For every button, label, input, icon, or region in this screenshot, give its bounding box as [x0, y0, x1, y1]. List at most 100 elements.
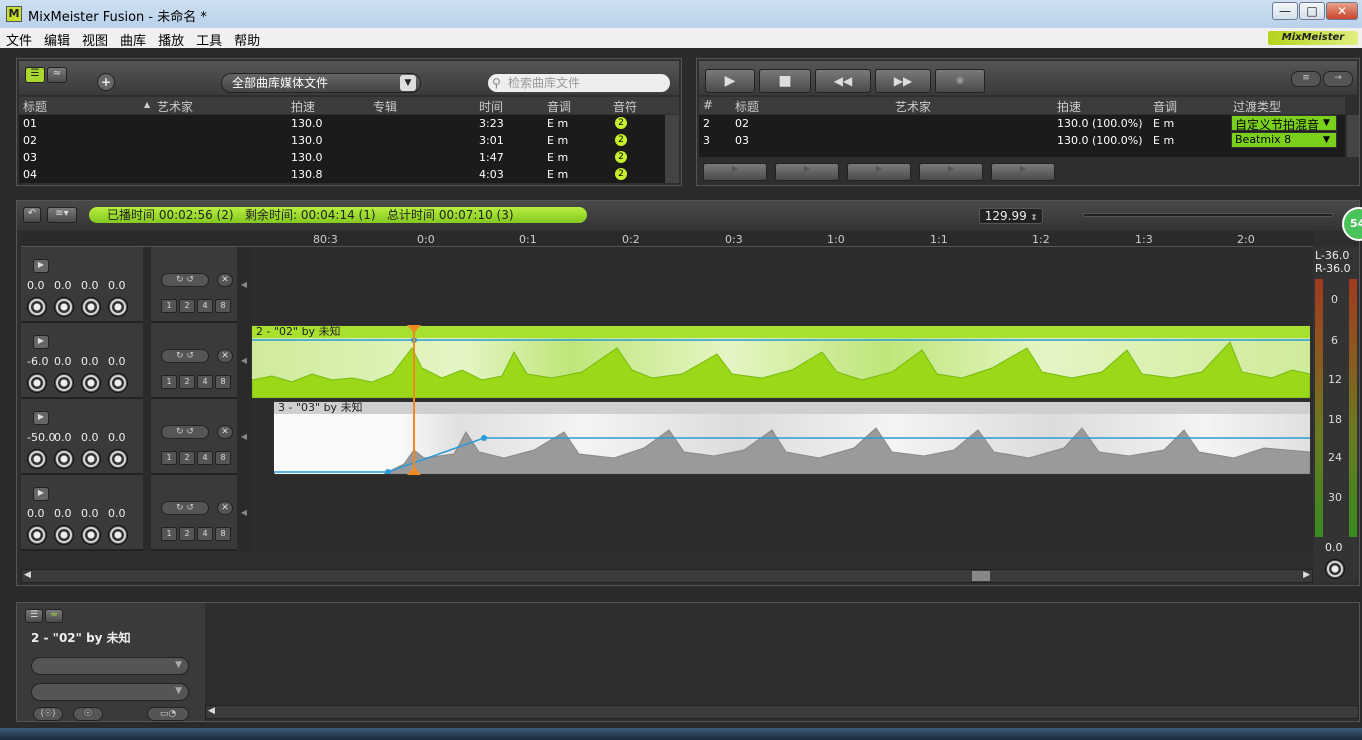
collapse-icon[interactable]: ◀	[237, 475, 251, 551]
col-title[interactable]: 标题	[735, 98, 759, 115]
beat-button[interactable]: 4	[197, 375, 213, 389]
beat-button[interactable]: 1	[161, 527, 177, 541]
col-bpm[interactable]: 拍速	[1057, 98, 1081, 115]
beat-button[interactable]: 1	[161, 375, 177, 389]
beat-button[interactable]: 4	[197, 527, 213, 541]
col-title[interactable]: 标题	[23, 98, 47, 115]
loop-icon[interactable]: ↻ ↺	[161, 501, 209, 515]
menu-file[interactable]: 文件	[0, 28, 38, 51]
beat-button[interactable]: 2	[179, 527, 195, 541]
scroll-thumb[interactable]	[972, 571, 990, 581]
gain-knob[interactable]	[27, 297, 47, 317]
playlist-view-icon[interactable]: ≡	[1291, 71, 1321, 87]
gain-knob[interactable]	[54, 525, 74, 545]
gain-knob[interactable]	[108, 373, 128, 393]
gain-knob[interactable]	[108, 449, 128, 469]
library-source-select[interactable]: 全部曲库媒体文件 ▼	[221, 73, 421, 93]
beat-button[interactable]: 1	[161, 299, 177, 313]
clip-track-02[interactable]: 2 - "02" by 未知	[251, 325, 1311, 399]
stop-icon[interactable]: ■	[759, 69, 811, 93]
playhead[interactable]	[413, 325, 415, 475]
zoom-slider[interactable]	[1083, 213, 1333, 217]
detail-select-2[interactable]: ▼	[31, 683, 189, 701]
loop-icon[interactable]: ↻ ↺	[161, 273, 209, 287]
track-toggle-icon[interactable]: ▶	[33, 487, 49, 501]
close-button[interactable]: ✕	[1326, 2, 1358, 20]
minimize-button[interactable]: —	[1272, 2, 1298, 20]
master-gain-knob[interactable]	[1325, 559, 1345, 579]
menu-tools[interactable]: 工具	[190, 28, 228, 51]
cue-slot[interactable]: ▶	[847, 163, 911, 181]
close-track-icon[interactable]: ✕	[217, 425, 233, 439]
beat-button[interactable]: 2	[179, 451, 195, 465]
col-bpm[interactable]: 拍速	[291, 98, 315, 115]
col-note[interactable]: 音符	[613, 98, 637, 115]
col-time[interactable]: 时间	[479, 98, 503, 115]
list-view-icon[interactable]: ☰	[25, 609, 43, 623]
collapse-icon[interactable]: ◀	[237, 247, 251, 323]
gain-knob[interactable]	[27, 525, 47, 545]
beat-button[interactable]: 8	[215, 375, 231, 389]
col-album[interactable]: 专辑	[373, 98, 397, 115]
col-artist[interactable]: 艺术家	[895, 98, 931, 115]
export-icon[interactable]: →	[1323, 71, 1353, 87]
table-row[interactable]: 01 130.0 3:23 E m 2	[19, 115, 665, 132]
detail-view-icon[interactable]: ≈	[47, 67, 67, 83]
gain-knob[interactable]	[54, 373, 74, 393]
maximize-button[interactable]: □	[1299, 2, 1325, 20]
play-icon[interactable]: ▶	[705, 69, 755, 93]
next-icon[interactable]: ▶▶	[875, 69, 931, 93]
playlist-scrollbar[interactable]	[1347, 115, 1359, 157]
timeline-scrollbar[interactable]: ◀ ▶	[21, 569, 1313, 583]
collapse-icon[interactable]: ◀	[237, 323, 251, 399]
gain-knob[interactable]	[54, 297, 74, 317]
list-view-icon[interactable]: ☰	[25, 67, 45, 83]
menu-library[interactable]: 曲库	[114, 28, 152, 51]
menu-play[interactable]: 播放	[152, 28, 190, 51]
table-row[interactable]: 04 130.8 4:03 E m 2	[19, 166, 665, 183]
beat-button[interactable]: 2	[179, 375, 195, 389]
detail-select-1[interactable]: ▼	[31, 657, 189, 675]
library-search-input[interactable]: ⚲ 检索曲库文件	[487, 73, 671, 93]
col-artist[interactable]: 艺术家	[157, 98, 193, 115]
gain-knob[interactable]	[108, 525, 128, 545]
clip-track-03[interactable]: 3 - "03" by 未知	[273, 401, 1311, 475]
col-key[interactable]: 音调	[1153, 98, 1177, 115]
snap-icon[interactable]: ↶	[23, 207, 41, 223]
beat-button[interactable]: 4	[197, 299, 213, 313]
gain-knob[interactable]	[81, 525, 101, 545]
scroll-left-icon[interactable]: ◀	[208, 706, 215, 716]
library-scrollbar[interactable]	[665, 115, 679, 183]
detail-scrollbar[interactable]: ◀	[205, 705, 1359, 719]
beat-button[interactable]: 8	[215, 451, 231, 465]
detail-settings-icon[interactable]: ▭◔	[147, 707, 189, 721]
col-key[interactable]: 音调	[547, 98, 571, 115]
gain-knob[interactable]	[27, 449, 47, 469]
beat-button[interactable]: 1	[161, 451, 177, 465]
close-track-icon[interactable]: ✕	[217, 273, 233, 287]
tempo-field[interactable]: 129.99 ⇕	[979, 208, 1043, 224]
menu-view[interactable]: 视图	[76, 28, 114, 51]
gain-knob[interactable]	[54, 449, 74, 469]
col-number[interactable]: #	[703, 98, 713, 112]
scroll-right-icon[interactable]: ▶	[1303, 570, 1310, 580]
transition-select[interactable]: Beatmix 8	[1231, 132, 1337, 148]
loop-icon[interactable]: ↻ ↺	[161, 349, 209, 363]
cue-slot[interactable]: ▶	[991, 163, 1055, 181]
gain-knob[interactable]	[108, 297, 128, 317]
gain-knob[interactable]	[81, 373, 101, 393]
beat-button[interactable]: 2	[179, 299, 195, 313]
previous-icon[interactable]: ◀◀	[815, 69, 871, 93]
track-toggle-icon[interactable]: ▶	[33, 259, 49, 273]
gain-knob[interactable]	[81, 297, 101, 317]
track-menu-icon[interactable]: ≡▾	[47, 207, 77, 223]
loop-icon[interactable]: ↻ ↺	[161, 425, 209, 439]
beat-button[interactable]: 4	[197, 451, 213, 465]
beat-button[interactable]: 8	[215, 299, 231, 313]
table-row[interactable]: 02 130.0 3:01 E m 2	[19, 132, 665, 149]
gain-knob[interactable]	[27, 373, 47, 393]
table-row[interactable]: 03 130.0 1:47 E m 2	[19, 149, 665, 166]
gain-knob[interactable]	[81, 449, 101, 469]
transition-select[interactable]: 自定义节拍混音	[1231, 115, 1337, 132]
waveform-view-icon[interactable]: ≈	[45, 609, 63, 623]
